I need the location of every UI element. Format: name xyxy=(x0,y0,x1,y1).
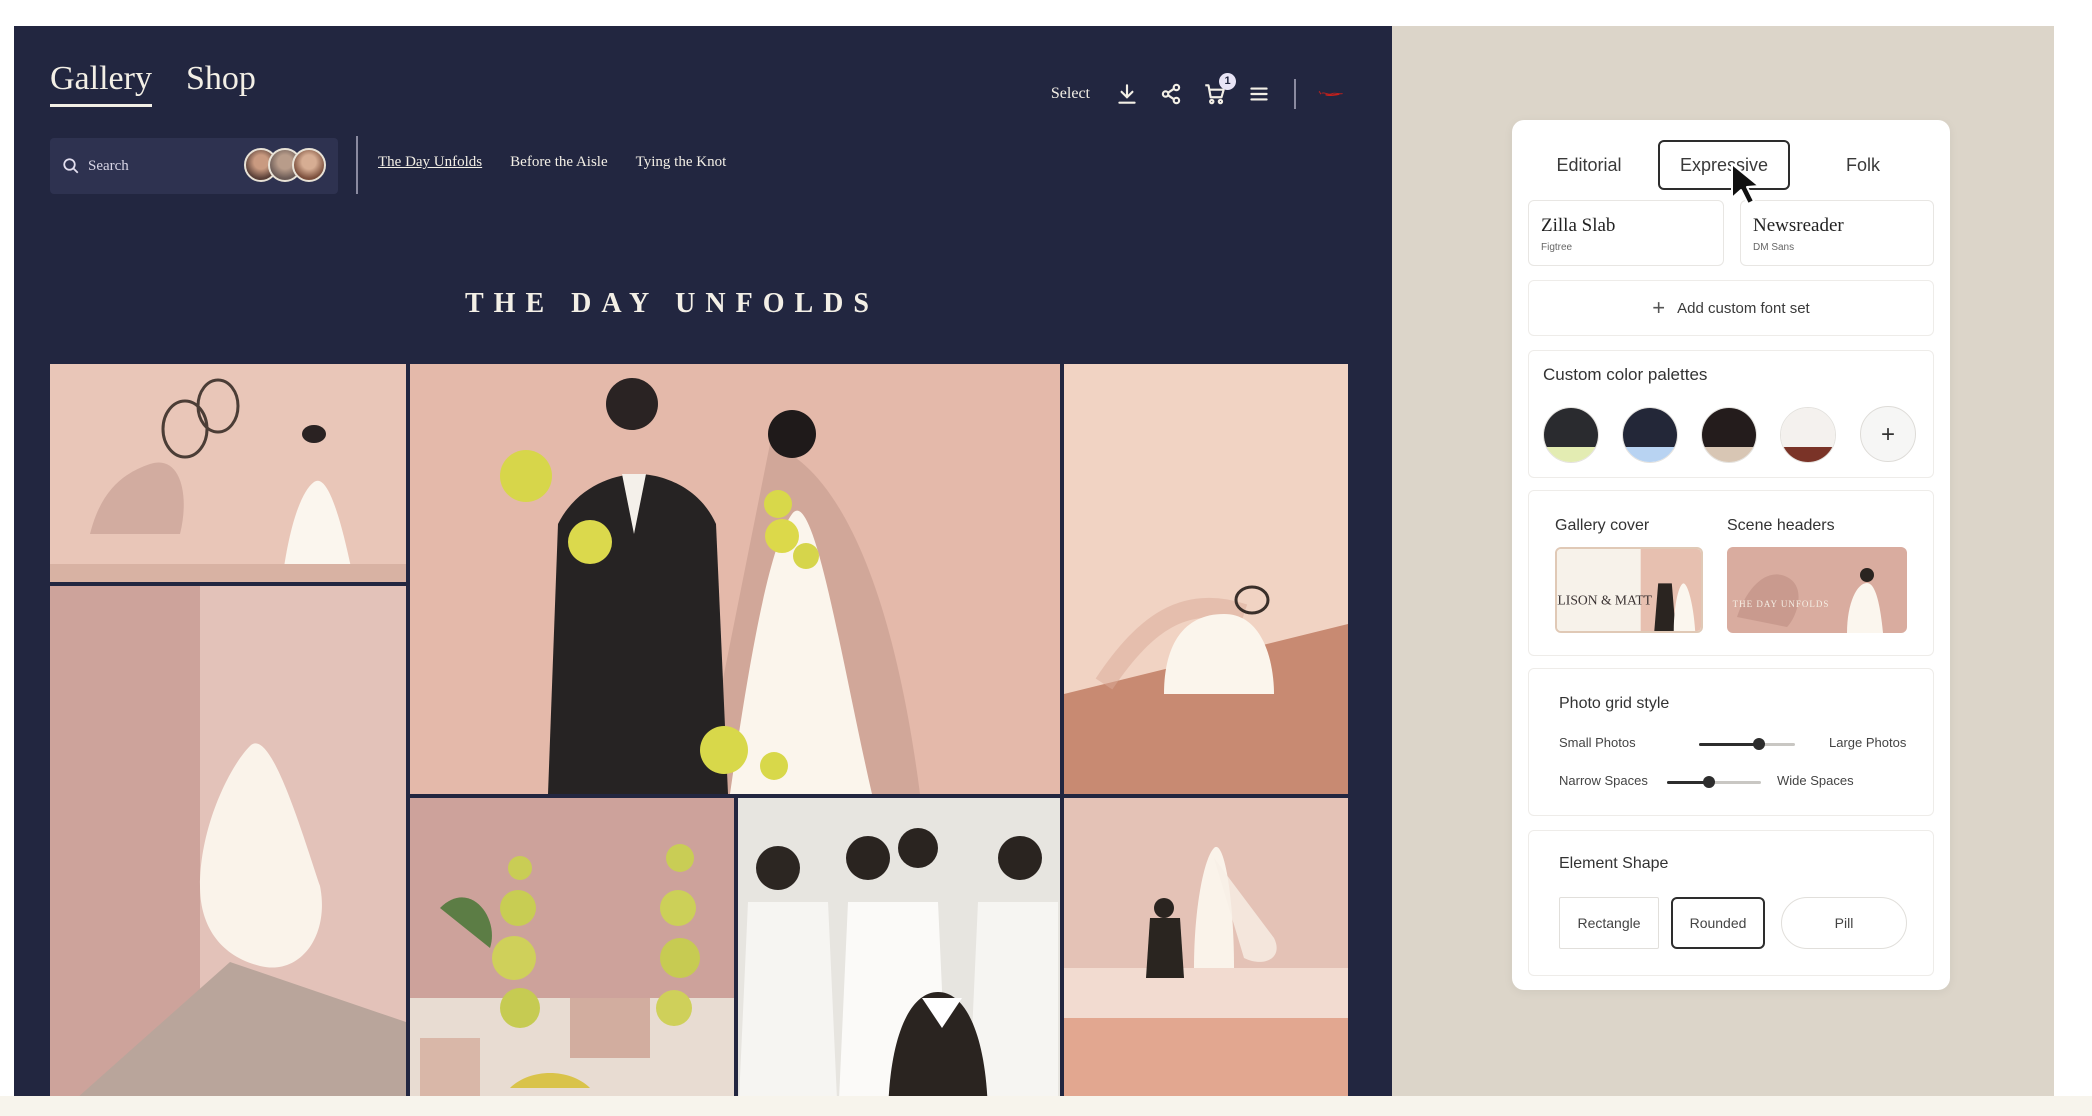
photo-couple-steps[interactable] xyxy=(1064,798,1348,1096)
gallery-cover-label: Gallery cover xyxy=(1555,517,1650,534)
size-min-label: Small Photos xyxy=(1559,735,1636,750)
page-bottom-strip xyxy=(0,1096,2092,1116)
spacing-slider-handle[interactable] xyxy=(1703,776,1716,788)
nav-shop-link[interactable]: Shop xyxy=(186,60,256,98)
scene-header-thumbnail[interactable]: THE DAY UNFOLDS xyxy=(1727,547,1907,633)
photo-bride-racket[interactable] xyxy=(50,364,406,582)
shape-rounded-button[interactable]: Rounded xyxy=(1671,897,1765,949)
photo-grid-title: Photo grid style xyxy=(1559,695,1670,712)
mouse-pointer-icon xyxy=(1731,163,1760,205)
studio-logo-icon xyxy=(1318,91,1343,97)
search-input[interactable]: Search xyxy=(50,138,338,194)
photo-bride-corridor[interactable] xyxy=(50,586,406,1096)
scene-headers-label: Scene headers xyxy=(1727,517,1835,534)
search-divider xyxy=(356,136,358,194)
header-text: THE DAY UNFOLDS xyxy=(1733,599,1830,609)
font-set-sub: Figtree xyxy=(1541,242,1573,253)
select-button[interactable]: Select xyxy=(1051,85,1090,103)
photo-couple-tennis[interactable] xyxy=(410,364,1060,794)
photo-tennis-ball-sculpture[interactable] xyxy=(410,798,734,1096)
covers-section: Gallery cover Scene headers ALISON & MAT… xyxy=(1528,490,1934,656)
palette-swatch[interactable] xyxy=(1622,407,1678,463)
spacing-max-label: Wide Spaces xyxy=(1777,773,1854,788)
photo-grid-section: Photo grid style Small Photos Large Phot… xyxy=(1528,668,1934,816)
cart-count-badge: 1 xyxy=(1219,73,1236,90)
palette-swatch[interactable] xyxy=(1543,407,1599,463)
font-set-sub: DM Sans xyxy=(1753,242,1795,253)
photo-bride-floor[interactable] xyxy=(1064,364,1348,794)
photo-size-slider[interactable] xyxy=(1699,738,1795,750)
face-filter-avatars[interactable] xyxy=(244,148,326,182)
scene-tab-tying-knot[interactable]: Tying the Knot xyxy=(636,154,727,171)
font-set-zilla-slab[interactable]: Zilla Slab Figtree xyxy=(1528,200,1724,266)
element-shape-title: Element Shape xyxy=(1559,855,1669,872)
color-palettes-section: Custom color palettes + xyxy=(1528,350,1934,478)
spacing-slider[interactable] xyxy=(1667,776,1761,788)
toolbar-divider xyxy=(1294,79,1296,109)
gallery-toolbar: Select 1 xyxy=(1051,73,1344,112)
palettes-title: Custom color palettes xyxy=(1543,365,1708,384)
shape-rectangle-button[interactable]: Rectangle xyxy=(1559,897,1659,949)
avatar[interactable] xyxy=(292,148,326,182)
element-shape-section: Element Shape Rectangle Rounded Pill xyxy=(1528,830,1934,976)
plus-icon: + xyxy=(1652,295,1666,320)
download-icon[interactable] xyxy=(1114,81,1140,107)
cart-button[interactable]: 1 xyxy=(1202,73,1236,107)
gallery-preview: Gallery Shop Select 1 Search The Day Unf… xyxy=(14,26,1392,1096)
cover-text: ALISON & MATT xyxy=(1557,592,1652,607)
nav-gallery-link[interactable]: Gallery xyxy=(50,60,152,107)
tab-folk[interactable]: Folk xyxy=(1796,140,1930,190)
photo-size-slider-handle[interactable] xyxy=(1752,738,1765,750)
add-palette-button[interactable]: + xyxy=(1860,406,1916,462)
spacing-min-label: Narrow Spaces xyxy=(1559,773,1648,788)
size-max-label: Large Photos xyxy=(1829,735,1907,750)
photo-groomsmen-bride[interactable] xyxy=(738,798,1060,1096)
menu-icon[interactable] xyxy=(1246,81,1272,107)
tab-expressive[interactable]: Expressive xyxy=(1658,140,1790,190)
share-icon[interactable] xyxy=(1158,81,1184,107)
design-settings-panel: Editorial Expressive Folk Zilla Slab Fig… xyxy=(1512,120,1950,990)
palette-swatch[interactable] xyxy=(1780,407,1836,463)
font-set-name: Newsreader xyxy=(1753,215,1844,236)
scene-tab-before-aisle[interactable]: Before the Aisle xyxy=(510,154,607,171)
scene-tab-day-unfolds[interactable]: The Day Unfolds xyxy=(378,154,482,171)
font-set-name: Zilla Slab xyxy=(1541,215,1616,236)
gallery-cover-thumbnail[interactable]: ALISON & MATT xyxy=(1555,547,1703,633)
search-icon xyxy=(63,158,79,174)
palette-swatch[interactable] xyxy=(1701,407,1757,463)
scene-tabs: The Day Unfolds Before the Aisle Tying t… xyxy=(378,154,726,171)
search-placeholder: Search xyxy=(88,157,129,174)
font-set-newsreader[interactable]: Newsreader DM Sans xyxy=(1740,200,1934,266)
add-font-label: Add custom font set xyxy=(1677,299,1810,317)
shape-pill-button[interactable]: Pill xyxy=(1781,897,1907,949)
tab-editorial[interactable]: Editorial xyxy=(1526,140,1652,190)
scene-title: THE DAY UNFOLDS xyxy=(465,288,879,319)
add-custom-font-set-button[interactable]: + Add custom font set xyxy=(1528,280,1934,336)
